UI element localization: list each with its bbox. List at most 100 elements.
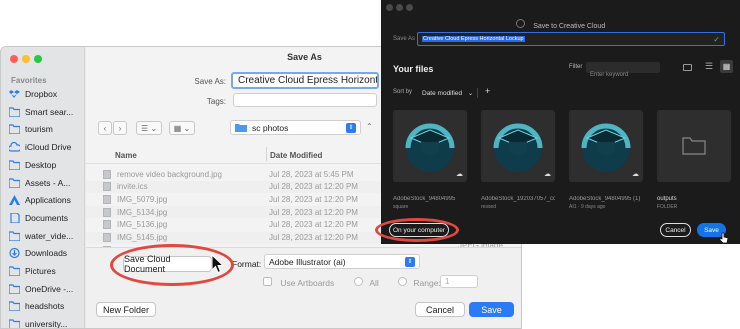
- sidebar-heading: Favorites: [11, 76, 47, 85]
- sidebar-item-headshots[interactable]: headshots: [9, 299, 83, 313]
- range-radio[interactable]: [398, 277, 407, 286]
- cc-save-as-input[interactable]: Creative Cloud Epress Horizontal Lockup …: [417, 32, 725, 46]
- file-name: IMG_5136.jpg: [117, 220, 168, 230]
- cloud-icon: ☁: [632, 171, 639, 178]
- creative-cloud-icon: [515, 19, 525, 29]
- sidebar-item-tourism[interactable]: tourism: [9, 122, 83, 136]
- format-select[interactable]: Adobe Illustrator (ai) ⇕: [264, 254, 420, 269]
- file-card[interactable]: ☁: [569, 110, 643, 182]
- add-button[interactable]: +: [485, 86, 490, 96]
- file-name: invite.ics: [117, 182, 148, 192]
- sidebar-item-label: Smart sear...: [25, 106, 74, 117]
- file-card[interactable]: ☁: [481, 110, 555, 182]
- location-popup[interactable]: sc photos ⇕: [230, 120, 361, 135]
- sidebar-item-applications[interactable]: Applications: [9, 193, 83, 207]
- file-date: Jul 28, 2023 at 12:20 PM: [269, 182, 358, 192]
- location-label: sc photos: [252, 122, 289, 133]
- use-artboards-label: Use Artboards: [280, 278, 335, 288]
- popup-arrows-icon: ⇕: [405, 256, 415, 267]
- range-input[interactable]: 1: [440, 275, 478, 288]
- file-icon: [103, 169, 111, 179]
- column-date-header[interactable]: Date Modified: [270, 151, 322, 160]
- save-button[interactable]: Save: [469, 302, 514, 317]
- close-window-button[interactable]: [386, 4, 393, 11]
- filter-label: Filter: [569, 64, 583, 70]
- sidebar-item-label: Applications: [25, 195, 71, 206]
- all-radio[interactable]: [354, 277, 363, 286]
- filter-placeholder: Enter keyword: [590, 72, 629, 78]
- save-as-input[interactable]: Creative Cloud Epress Horizontal Lockup: [231, 72, 379, 89]
- sidebar-item-label: headshots: [25, 301, 65, 312]
- sidebar-item-label: Downloads: [25, 248, 68, 259]
- group-view-button[interactable]: ▦ ⌄: [169, 121, 195, 135]
- cancel-button[interactable]: Cancel: [415, 302, 465, 317]
- card-subtitle: AI1 · 9 days ago: [569, 204, 606, 210]
- cc-cancel-button[interactable]: Cancel: [660, 223, 691, 237]
- chevron-right-icon: ›: [118, 123, 122, 133]
- range-label: Range:: [413, 278, 441, 288]
- sort-label: Sort by: [393, 89, 413, 95]
- list-view-icon[interactable]: ☰: [705, 61, 713, 72]
- folder-icon: [235, 124, 247, 132]
- forward-button[interactable]: ›: [113, 121, 127, 135]
- sidebar-item-label: iCloud Drive: [25, 142, 72, 153]
- sidebar-item-onedrive[interactable]: OneDrive -...: [9, 282, 83, 296]
- hand-pointer-icon: [719, 232, 729, 244]
- file-name: IMG_5145.jpg: [117, 233, 168, 242]
- sort-select[interactable]: Date modified ⌄: [422, 89, 473, 97]
- zoom-window-button[interactable]: [34, 55, 42, 63]
- sidebar-item-label: OneDrive -...: [25, 283, 74, 294]
- sidebar-item-desktop[interactable]: Desktop: [9, 158, 83, 172]
- applications-icon: [9, 195, 20, 206]
- check-icon: ✓: [713, 34, 720, 44]
- sidebar-item-label: university...: [25, 319, 68, 329]
- new-folder-icon[interactable]: [683, 64, 692, 71]
- format-label: Format:: [232, 259, 262, 269]
- grid-view-icon[interactable]: ▦: [720, 60, 733, 73]
- folder-icon: [9, 266, 20, 276]
- cloud-icon: [9, 142, 20, 152]
- close-window-button[interactable]: [10, 55, 18, 63]
- sidebar-item-university[interactable]: university...: [9, 317, 83, 329]
- sidebar-item-smart-sear[interactable]: Smart sear...: [9, 105, 83, 119]
- folder-card[interactable]: [657, 110, 731, 182]
- filter-input[interactable]: Enter keyword: [586, 62, 660, 78]
- minimize-window-button[interactable]: [22, 55, 30, 63]
- sidebar-item-downloads[interactable]: Downloads: [9, 246, 83, 260]
- column-name-header[interactable]: Name: [115, 151, 137, 160]
- folder-icon: [9, 107, 20, 117]
- column-divider: [266, 147, 267, 161]
- minimize-window-button[interactable]: [396, 4, 403, 11]
- range-option[interactable]: Range:: [398, 277, 441, 288]
- card-subtitle: square: [393, 204, 409, 210]
- file-date: Jul 28, 2023 at 12:20 PM: [269, 207, 358, 217]
- sidebar-item-label: tourism: [25, 124, 53, 135]
- sidebar-item-label: Desktop: [25, 159, 57, 170]
- back-button[interactable]: ‹: [98, 121, 112, 135]
- sidebar-item-dropbox[interactable]: Dropbox: [9, 87, 83, 101]
- all-option[interactable]: All: [354, 277, 379, 288]
- sidebar-item-pictures[interactable]: Pictures: [9, 264, 83, 278]
- sidebar-item-water-vide[interactable]: water_vide...: [9, 229, 83, 243]
- folder-icon: [9, 160, 20, 170]
- chevron-left-icon: ‹: [103, 123, 107, 133]
- file-date: Jul 28, 2023 at 12:20 PM: [269, 194, 358, 204]
- dropbox-icon: [9, 90, 20, 98]
- sidebar-item-documents[interactable]: Documents: [9, 211, 83, 225]
- expand-collapse-button[interactable]: ⌃: [366, 122, 373, 131]
- sidebar-item-assets-a[interactable]: Assets - A...: [9, 176, 83, 190]
- folder-icon: [9, 230, 20, 241]
- zoom-window-button[interactable]: [406, 4, 413, 11]
- use-artboards-checkbox[interactable]: [263, 277, 272, 286]
- save-as-label: Save As:: [194, 77, 226, 86]
- tags-input[interactable]: [233, 93, 377, 107]
- file-icon: [103, 194, 111, 204]
- divider: [477, 88, 478, 98]
- use-artboards-option[interactable]: Use Artboards: [263, 277, 334, 288]
- file-icon: [103, 182, 111, 192]
- new-folder-button[interactable]: New Folder: [96, 302, 156, 317]
- list-view-button[interactable]: ☰ ⌄: [136, 121, 162, 135]
- file-card[interactable]: ☁: [393, 110, 467, 182]
- composite-screenshot: Favorites Dropbox Smart sear... tourism iCl…: [0, 0, 740, 329]
- sidebar-item-icloud-drive[interactable]: iCloud Drive: [9, 140, 83, 154]
